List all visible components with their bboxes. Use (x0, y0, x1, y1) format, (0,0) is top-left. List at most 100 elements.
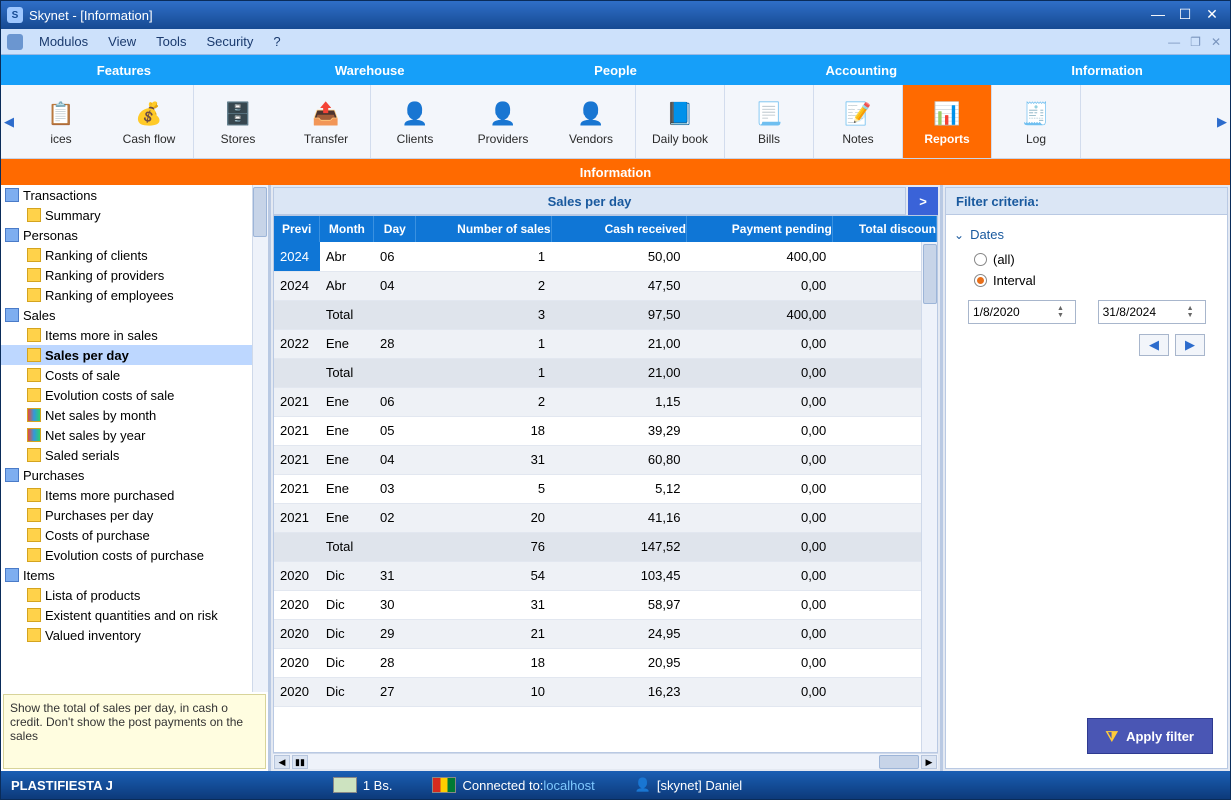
ribbon-stores[interactable]: 🗄️Stores (194, 85, 282, 158)
tab-information[interactable]: Information (984, 55, 1230, 85)
ribbon: ◀ 📋ices💰Cash flow🗄️Stores📤Transfer👤Clien… (1, 85, 1230, 159)
tree-ranking-of-clients[interactable]: Ranking of clients (1, 245, 268, 265)
table-row[interactable]: 2021Ene022041,160,00 (274, 503, 937, 532)
data-grid[interactable]: PreviMonthDayNumber of salesCash receive… (274, 216, 937, 707)
table-row[interactable]: 2021Ene0355,120,00 (274, 474, 937, 503)
ribbon-cash-flow[interactable]: 💰Cash flow (105, 85, 193, 158)
tree-evolution-costs-of-purchase[interactable]: Evolution costs of purchase (1, 545, 268, 565)
mdi-restore-icon[interactable]: ❐ (1187, 35, 1204, 49)
tree-costs-of-sale[interactable]: Costs of sale (1, 365, 268, 385)
tree-items-more-purchased[interactable]: Items more purchased (1, 485, 268, 505)
ribbon-reports[interactable]: 📊Reports (903, 85, 991, 158)
tree-net-sales-by-month[interactable]: Net sales by month (1, 405, 268, 425)
grid-vscrollbar[interactable] (921, 242, 937, 752)
tab-features[interactable]: Features (1, 55, 247, 85)
date-next-button[interactable]: ▶ (1175, 334, 1205, 356)
tree-sales-per-day[interactable]: Sales per day (1, 345, 268, 365)
ribbon-scroll-left[interactable]: ◀ (1, 85, 17, 158)
table-row[interactable]: Total76147,520,00 (274, 532, 937, 561)
table-row[interactable]: 2024Abr06150,00400,00 (274, 242, 937, 271)
hscroll-pause[interactable]: ▮▮ (292, 755, 308, 769)
table-row[interactable]: 2021Ene0621,150,00 (274, 387, 937, 416)
col-day[interactable]: Day (374, 216, 416, 242)
tree-existent-quantities-and-on-risk[interactable]: Existent quantities and on risk (1, 605, 268, 625)
close-button[interactable]: ✕ (1200, 6, 1224, 24)
ribbon-ices[interactable]: 📋ices (17, 85, 105, 158)
status-conn-host[interactable]: localhost (543, 778, 594, 793)
report-tree[interactable]: TransactionsSummaryPersonasRanking of cl… (1, 185, 268, 692)
col-total-discoun[interactable]: Total discoun (832, 216, 936, 242)
hscroll-left[interactable]: ◀ (274, 755, 290, 769)
tab-accounting[interactable]: Accounting (738, 55, 984, 85)
app-menu-icon[interactable] (7, 34, 23, 50)
mdi-close-icon[interactable]: ✕ (1208, 35, 1224, 49)
minimize-button[interactable]: — (1146, 6, 1170, 24)
radio-all[interactable]: (all) (974, 252, 1219, 267)
menu-tools[interactable]: Tools (146, 30, 196, 53)
table-row[interactable]: Total121,000,00 (274, 358, 937, 387)
tree-costs-of-purchase[interactable]: Costs of purchase (1, 525, 268, 545)
menu-security[interactable]: Security (196, 30, 263, 53)
ribbon-providers[interactable]: 👤Providers (459, 85, 547, 158)
grid-collapse-button[interactable]: > (908, 187, 938, 215)
report-icon (27, 408, 41, 422)
tree-saled-serials[interactable]: Saled serials (1, 445, 268, 465)
ribbon-bills[interactable]: 📃Bills (725, 85, 813, 158)
tab-people[interactable]: People (493, 55, 739, 85)
ribbon-vendors[interactable]: 👤Vendors (547, 85, 635, 158)
tree-valued-inventory[interactable]: Valued inventory (1, 625, 268, 645)
tree-purchases[interactable]: Purchases (1, 465, 268, 485)
col-payment-pending[interactable]: Payment pending (686, 216, 832, 242)
ribbon-scroll-right[interactable]: ▶ (1214, 85, 1230, 158)
radio-interval[interactable]: Interval (974, 273, 1219, 288)
tree-ranking-of-providers[interactable]: Ranking of providers (1, 265, 268, 285)
date-to-input[interactable]: 31/8/2024▲▼ (1098, 300, 1206, 324)
ribbon-clients[interactable]: 👤Clients (371, 85, 459, 158)
table-row[interactable]: 2024Abr04247,500,00 (274, 271, 937, 300)
table-row[interactable]: Total397,50400,00 (274, 300, 937, 329)
stores-icon: 🗄️ (222, 98, 254, 130)
menu-[interactable]: ? (263, 30, 290, 53)
report-icon (27, 388, 41, 402)
log-icon: 🧾 (1020, 98, 1052, 130)
table-row[interactable]: 2020Dic271016,230,00 (274, 677, 937, 706)
ribbon-notes[interactable]: 📝Notes (814, 85, 902, 158)
apply-filter-button[interactable]: ⧩Apply filter (1087, 718, 1213, 754)
col-number-of-sales[interactable]: Number of sales (416, 216, 551, 242)
maximize-button[interactable]: ☐ (1173, 6, 1197, 24)
table-row[interactable]: 2020Dic281820,950,00 (274, 648, 937, 677)
tree-net-sales-by-year[interactable]: Net sales by year (1, 425, 268, 445)
tree-evolution-costs-of-sale[interactable]: Evolution costs of sale (1, 385, 268, 405)
tree-items-more-in-sales[interactable]: Items more in sales (1, 325, 268, 345)
table-row[interactable]: 2021Ene043160,800,00 (274, 445, 937, 474)
tree-lista-of-products[interactable]: Lista of products (1, 585, 268, 605)
grid-hscrollbar[interactable]: ◀ ▮▮ ▶ (273, 753, 938, 769)
ribbon-log[interactable]: 🧾Log (992, 85, 1080, 158)
date-from-input[interactable]: 1/8/2020▲▼ (968, 300, 1076, 324)
filter-section-dates[interactable]: Dates (954, 227, 1219, 242)
tree-ranking-of-employees[interactable]: Ranking of employees (1, 285, 268, 305)
tree-summary[interactable]: Summary (1, 205, 268, 225)
table-row[interactable]: 2022Ene28121,000,00 (274, 329, 937, 358)
hscroll-right[interactable]: ▶ (921, 755, 937, 769)
table-row[interactable]: 2020Dic292124,950,00 (274, 619, 937, 648)
tree-transactions[interactable]: Transactions (1, 185, 268, 205)
mdi-minimize-icon[interactable]: — (1165, 35, 1183, 49)
tree-personas[interactable]: Personas (1, 225, 268, 245)
tree-sales[interactable]: Sales (1, 305, 268, 325)
tree-items[interactable]: Items (1, 565, 268, 585)
col-month[interactable]: Month (320, 216, 374, 242)
table-row[interactable]: 2020Dic3154103,450,00 (274, 561, 937, 590)
tree-scrollbar[interactable] (252, 185, 268, 692)
col-previ[interactable]: Previ (274, 216, 320, 242)
tree-purchases-per-day[interactable]: Purchases per day (1, 505, 268, 525)
table-row[interactable]: 2020Dic303158,970,00 (274, 590, 937, 619)
table-row[interactable]: 2021Ene051839,290,00 (274, 416, 937, 445)
menu-modulos[interactable]: Modulos (29, 30, 98, 53)
tab-warehouse[interactable]: Warehouse (247, 55, 493, 85)
menu-view[interactable]: View (98, 30, 146, 53)
date-prev-button[interactable]: ◀ (1139, 334, 1169, 356)
ribbon-daily-book[interactable]: 📘Daily book (636, 85, 724, 158)
col-cash-received[interactable]: Cash received (551, 216, 686, 242)
ribbon-transfer[interactable]: 📤Transfer (282, 85, 370, 158)
